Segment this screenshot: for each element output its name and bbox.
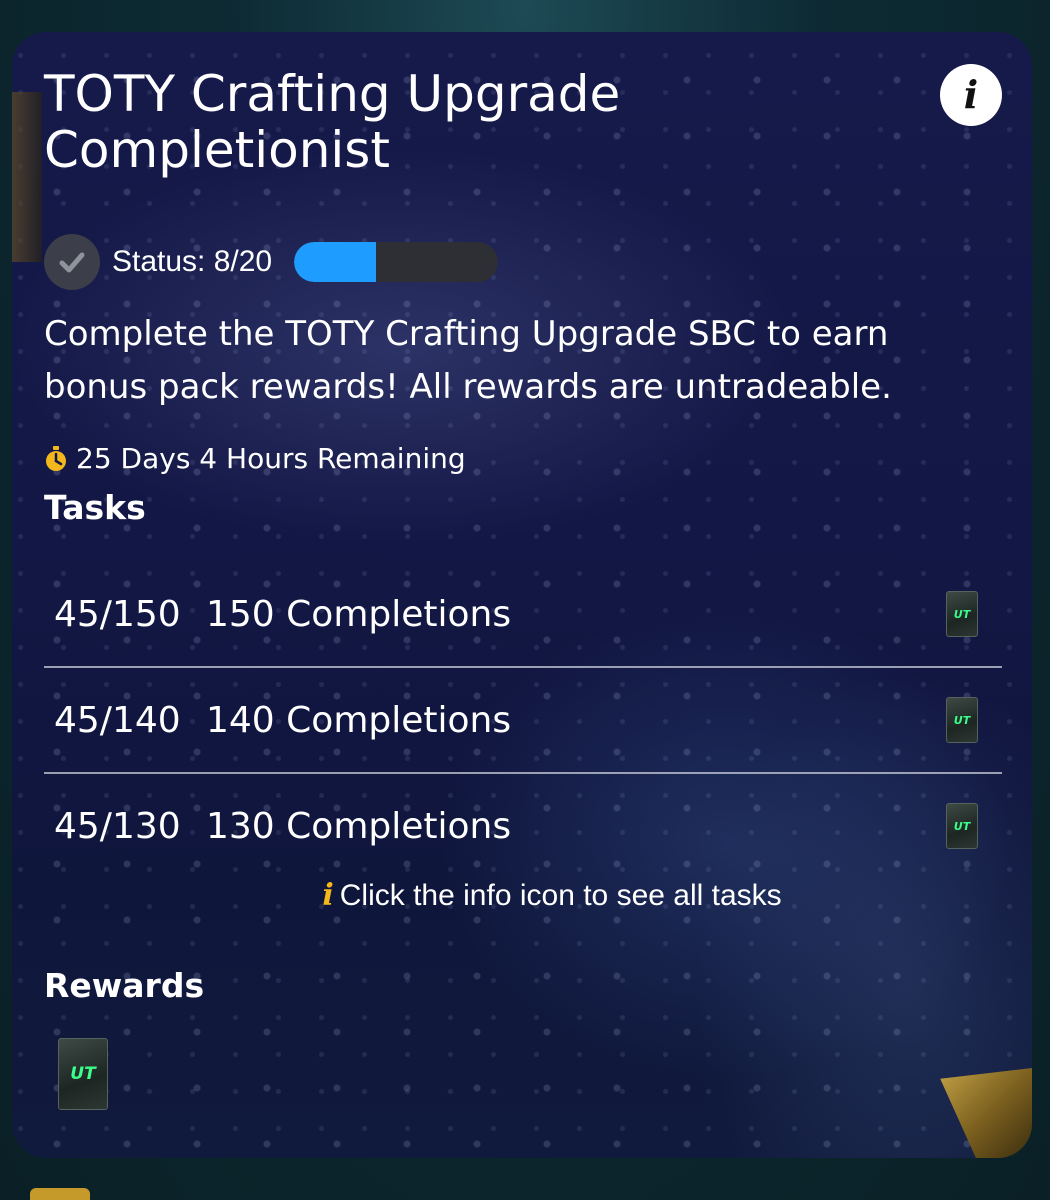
task-progress: 45/150 [54,593,181,635]
checkmark-icon [44,234,100,290]
status-row: Status: 8/20 [44,234,499,290]
task-progress: 45/140 [54,699,181,741]
ut-pack-icon: UT [946,803,978,849]
decorative-gold-trophy [940,1068,1032,1158]
task-list: 45/150 150 Completions UT 45/140 140 Com… [44,562,1002,878]
task-label: 130 Completions [206,805,512,847]
task-row[interactable]: 45/130 130 Completions UT [44,774,1002,878]
objective-card: TOTY Crafting Upgrade Completionist i St… [12,32,1032,1158]
info-hint-text: Click the info icon to see all tasks [339,879,782,912]
info-icon-button[interactable]: i [940,64,1002,126]
status-progress-bar [294,242,499,282]
task-label: 150 Completions [206,593,512,635]
stopwatch-icon [46,445,66,471]
decorative-gold-edge [12,92,42,262]
task-row[interactable]: 45/140 140 Completions UT [44,668,1002,774]
status-progress-fill [294,242,376,282]
info-hint: i Click the info icon to see all tasks [12,878,1032,913]
task-progress: 45/130 [54,805,181,847]
rewards-heading: Rewards [44,966,205,1005]
status-text: Status: 8/20 [112,245,273,278]
task-label: 140 Completions [206,699,512,741]
ut-pack-icon: UT [946,591,978,637]
objective-title: TOTY Crafting Upgrade Completionist [44,65,621,179]
tasks-heading: Tasks [44,488,146,527]
objective-description: Complete the TOTY Crafting Upgrade SBC t… [44,314,892,407]
info-hint-icon: i [322,878,334,913]
ut-pack-icon: UT [946,697,978,743]
next-card-edge [30,1188,90,1200]
reward-ut-pack-icon[interactable]: UT [58,1038,108,1110]
time-remaining: 25 Days 4 Hours Remaining [44,442,466,475]
task-row[interactable]: 45/150 150 Completions UT [44,562,1002,668]
time-remaining-text: 25 Days 4 Hours Remaining [76,442,466,475]
